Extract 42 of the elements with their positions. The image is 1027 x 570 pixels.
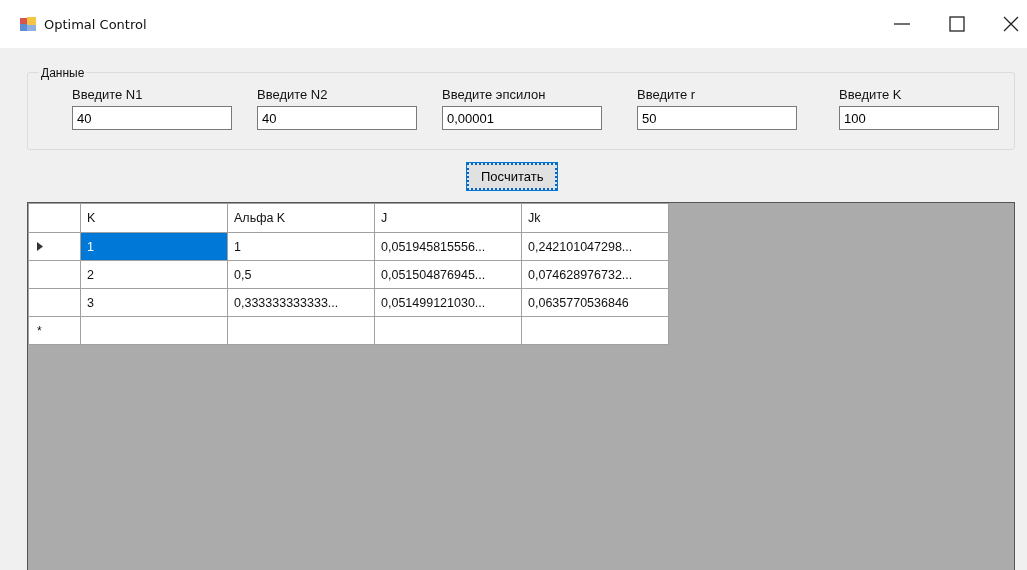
current-row-icon (37, 242, 43, 251)
column-header[interactable]: Альфа K (227, 203, 375, 233)
field-label: Введите N2 (257, 87, 329, 104)
maximize-icon[interactable] (949, 16, 965, 32)
field-label: Введите K (839, 87, 903, 104)
table-cell[interactable] (80, 316, 228, 345)
table-cell[interactable]: 0,051499121030... (374, 288, 522, 317)
calculate-button[interactable]: Посчитать (467, 163, 558, 190)
table-cell[interactable] (227, 316, 375, 345)
field-label: Введите эпсилон (442, 87, 547, 104)
table-cell[interactable]: 1 (227, 232, 375, 261)
column-header[interactable]: Jk (521, 203, 669, 233)
table-cell[interactable]: 1 (80, 232, 228, 261)
app-icon (20, 16, 36, 32)
row-header[interactable]: * (28, 316, 81, 345)
table-cell[interactable]: 0,0635770536846 (521, 288, 669, 317)
new-row-marker: * (37, 323, 42, 338)
input-field[interactable]: 50 (637, 106, 797, 130)
window-title: Optimal Control (44, 16, 147, 32)
input-field[interactable]: 100 (839, 106, 999, 130)
input-field[interactable]: 40 (257, 106, 417, 130)
group-title: Данные (39, 66, 87, 80)
table-cell[interactable]: 3 (80, 288, 228, 317)
table-cell[interactable]: 0,333333333333... (227, 288, 375, 317)
table-cell[interactable]: 0,051945815556... (374, 232, 522, 261)
field-label: Введите r (637, 87, 697, 104)
table-cell[interactable] (521, 316, 669, 345)
input-field[interactable]: 0,00001 (442, 106, 602, 130)
column-header[interactable]: K (80, 203, 228, 233)
column-header[interactable]: J (374, 203, 522, 233)
table-cell[interactable] (374, 316, 522, 345)
table-cell[interactable]: 0,051504876945... (374, 260, 522, 289)
row-header[interactable] (28, 288, 81, 317)
input-field[interactable]: 40 (72, 106, 232, 130)
table-cell[interactable]: 2 (80, 260, 228, 289)
table-cell[interactable]: 0,242101047298... (521, 232, 669, 261)
field-label: Введите N1 (72, 87, 144, 104)
table-cell[interactable]: 0,074628976732... (521, 260, 669, 289)
table-cell[interactable]: 0,5 (227, 260, 375, 289)
row-header[interactable] (28, 232, 81, 261)
close-icon[interactable] (1003, 16, 1019, 32)
row-header[interactable] (28, 260, 81, 289)
